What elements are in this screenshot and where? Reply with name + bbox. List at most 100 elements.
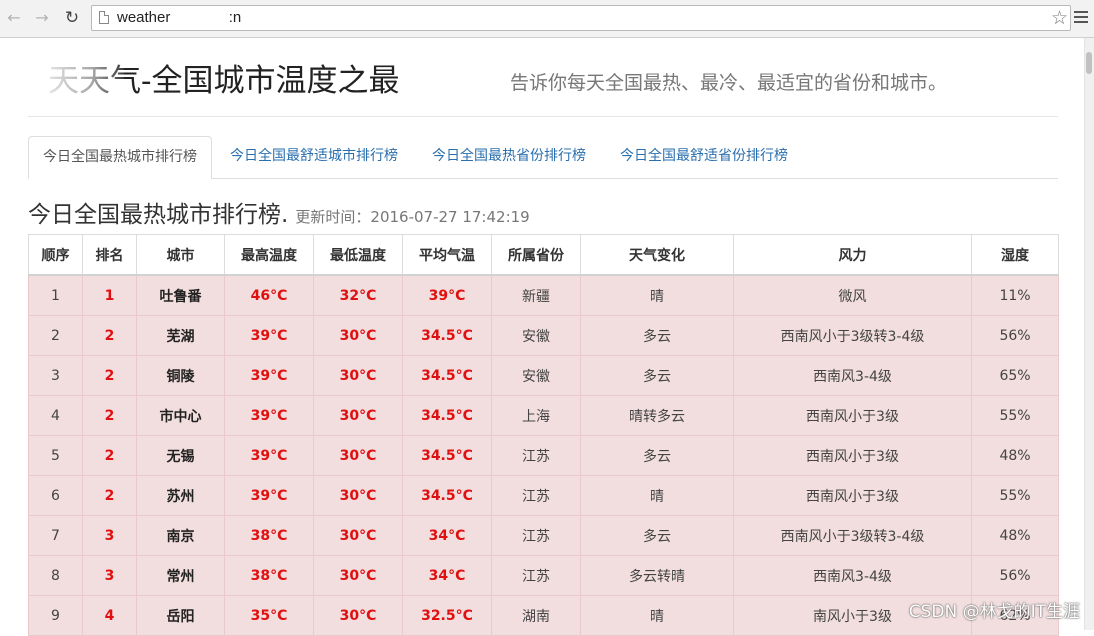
cell-humidity: 55% xyxy=(971,395,1059,436)
table-header-row: 顺序 排名 城市 最高温度 最低温度 平均气温 所属省份 天气变化 风力 湿度 xyxy=(28,234,1059,276)
cell-avg-temp: 39°C xyxy=(402,274,492,316)
back-arrow-icon[interactable]: ← xyxy=(4,8,24,28)
cell-city: 苏州 xyxy=(136,475,225,516)
site-header: 天天气-全国城市温度之最 告诉你每天全国最热、最冷、最适宜的省份和城市。 xyxy=(28,52,1058,117)
cell-low-temp: 30°C xyxy=(313,355,403,396)
table-row: 7 3 南京 38°C 30°C 34°C 江苏 多云 西南风小于3级转3-4级 48% xyxy=(28,515,1059,556)
tab-most-comfortable-provinces[interactable]: 今日全国最舒适省份排行榜 xyxy=(606,136,802,177)
cell-wind: 西南风小于3级 xyxy=(733,435,972,476)
cell-high-temp: 39°C xyxy=(224,395,314,436)
bookmark-star-icon[interactable]: ☆ xyxy=(1051,6,1068,30)
cell-order: 2 xyxy=(28,315,83,356)
section-heading: 今日全国最热城市排行榜. 更新时间：2016-07-27 17:42:19 xyxy=(28,195,530,229)
cell-low-temp: 30°C xyxy=(313,435,403,476)
cell-wind: 西南风小于3级转3-4级 xyxy=(733,515,972,556)
address-bar[interactable]: weather :n ☆ xyxy=(91,5,1071,31)
cell-rank: 2 xyxy=(82,315,137,356)
cell-wind: 西南风小于3级转3-4级 xyxy=(733,315,972,356)
column-header-weather: 天气变化 xyxy=(580,234,734,276)
cell-avg-temp: 34.5°C xyxy=(402,435,492,476)
forward-arrow-icon[interactable]: → xyxy=(32,8,52,28)
cell-low-temp: 30°C xyxy=(313,475,403,516)
cell-rank: 2 xyxy=(82,435,137,476)
table-row: 1 1 吐鲁番 46°C 32°C 39°C 新疆晴微风 11% xyxy=(28,274,1059,316)
cell-weather: 晴 xyxy=(580,274,734,316)
table-row: 5 2 无锡 39°C 30°C 34.5°C 江苏 多云 西南风小于3级 48% xyxy=(28,435,1059,476)
url-text[interactable]: weather :n xyxy=(117,9,241,26)
cell-high-temp: 46°C xyxy=(224,274,314,316)
cell-avg-temp: 34°C xyxy=(402,555,492,596)
cell-avg-temp: 34.5°C xyxy=(402,315,492,356)
table-row: 3 2 铜陵 39°C 30°C 34.5°C 安徽 多云 西南风3-4级 65% xyxy=(28,355,1059,396)
cell-city: 吐鲁番 xyxy=(136,274,225,316)
cell-weather: 晴转多云 xyxy=(580,395,734,436)
page-icon xyxy=(99,11,109,24)
page-scrollbar[interactable] xyxy=(1084,38,1094,630)
site-tagline: 告诉你每天全国最热、最冷、最适宜的省份和城市。 xyxy=(510,72,948,94)
cell-rank: 2 xyxy=(82,355,137,396)
cell-province: 安徽 xyxy=(491,355,581,396)
browser-toolbar: ← → ↻ weather :n ☆ xyxy=(0,0,1094,38)
table-body: 1 1 吐鲁番 46°C 32°C 39°C 新疆晴微风 11% 2 2 芜湖 39°C 30°C 34.… xyxy=(28,274,1059,636)
tab-hottest-cities[interactable]: 今日全国最热城市排行榜 xyxy=(28,136,212,179)
cell-high-temp: 39°C xyxy=(224,435,314,476)
cell-high-temp: 39°C xyxy=(224,315,314,356)
cell-high-temp: 38°C xyxy=(224,515,314,556)
hottest-cities-table: 顺序 排名 城市 最高温度 最低温度 平均气温 所属省份 天气变化 风力 湿度 … xyxy=(28,234,1059,636)
cell-province: 江苏 xyxy=(491,555,581,596)
cell-weather: 多云 xyxy=(580,515,734,556)
cell-province: 上海 xyxy=(491,395,581,436)
cell-low-temp: 30°C xyxy=(313,315,403,356)
cell-city: 常州 xyxy=(136,555,225,596)
cell-humidity: 56% xyxy=(971,315,1059,356)
table-row: 2 2 芜湖 39°C 30°C 34.5°C 安徽 多云 西南风小于3级转3-4级 56% xyxy=(28,315,1059,356)
cell-city: 无锡 xyxy=(136,435,225,476)
cell-wind: 西南风3-4级 xyxy=(733,355,972,396)
section-title: 今日全国最热城市排行榜. xyxy=(28,202,289,228)
cell-order: 4 xyxy=(28,395,83,436)
cell-province: 江苏 xyxy=(491,435,581,476)
cell-order: 3 xyxy=(28,355,83,396)
cell-wind: 西南风3-4级 xyxy=(733,555,972,596)
cell-province: 江苏 xyxy=(491,475,581,516)
cell-humidity: 65% xyxy=(971,355,1059,396)
cell-province: 安徽 xyxy=(491,315,581,356)
cell-low-temp: 30°C xyxy=(313,395,403,436)
ranking-tabs: 今日全国最热城市排行榜 今日全国最舒适城市排行榜 今日全国最热省份排行榜 今日全… xyxy=(28,136,1058,179)
cell-weather: 晴 xyxy=(580,475,734,516)
cell-weather: 多云 xyxy=(580,435,734,476)
cell-humidity: 56% xyxy=(971,555,1059,596)
cell-wind: 西南风小于3级 xyxy=(733,395,972,436)
cell-wind: 西南风小于3级 xyxy=(733,475,972,516)
cell-low-temp: 32°C xyxy=(313,274,403,316)
cell-avg-temp: 34.5°C xyxy=(402,355,492,396)
cell-humidity: 48% xyxy=(971,435,1059,476)
redacted-logo-area xyxy=(44,60,124,94)
column-header-high-temp: 最高温度 xyxy=(224,234,314,276)
table-row: 4 2 市中心 39°C 30°C 34.5°C 上海 晴转多云 西南风小于3级 55% xyxy=(28,395,1059,436)
cell-avg-temp: 34.5°C xyxy=(402,395,492,436)
cell-rank: 2 xyxy=(82,475,137,516)
table-row: 8 3 常州 38°C 30°C 34°C 江苏 多云转晴 西南风3-4级 56% xyxy=(28,555,1059,596)
update-time: 更新时间：2016-07-27 17:42:19 xyxy=(295,208,530,226)
scrollbar-thumb[interactable] xyxy=(1086,52,1092,74)
cell-order: 7 xyxy=(28,515,83,556)
cell-weather: 多云 xyxy=(580,355,734,396)
cell-order: 1 xyxy=(28,274,83,316)
cell-low-temp: 30°C xyxy=(313,555,403,596)
cell-rank: 3 xyxy=(82,515,137,556)
cell-province: 江苏 xyxy=(491,515,581,556)
column-header-order: 顺序 xyxy=(28,234,83,276)
cell-order: 6 xyxy=(28,475,83,516)
cell-rank: 2 xyxy=(82,395,137,436)
cell-province: 新疆 xyxy=(491,274,581,316)
tab-hottest-provinces[interactable]: 今日全国最热省份排行榜 xyxy=(418,136,600,177)
cell-weather: 多云 xyxy=(580,315,734,356)
reload-icon[interactable]: ↻ xyxy=(62,8,82,28)
tab-most-comfortable-cities[interactable]: 今日全国最舒适城市排行榜 xyxy=(216,136,412,177)
cell-city: 铜陵 xyxy=(136,355,225,396)
cell-high-temp: 39°C xyxy=(224,475,314,516)
menu-icon[interactable] xyxy=(1074,11,1088,26)
cell-weather: 多云转晴 xyxy=(580,555,734,596)
cell-high-temp: 38°C xyxy=(224,555,314,596)
